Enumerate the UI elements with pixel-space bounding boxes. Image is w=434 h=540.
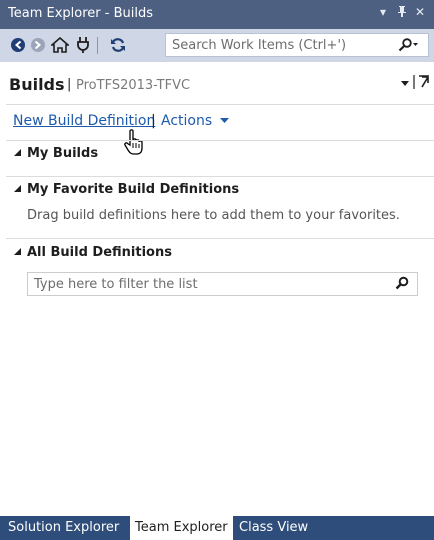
search-icon[interactable]: [398, 38, 418, 56]
tab-solution-explorer[interactable]: Solution Explorer: [3, 516, 124, 540]
home-icon[interactable]: [51, 36, 69, 54]
filter-input[interactable]: Type here to filter the list: [27, 272, 418, 296]
connect-icon[interactable]: [74, 36, 92, 54]
filter-placeholder: Type here to filter the list: [34, 277, 198, 292]
collapse-triangle-icon[interactable]: [14, 149, 21, 156]
refresh-icon[interactable]: [109, 36, 127, 54]
window-title: Team Explorer - Builds: [8, 6, 153, 21]
title-bar: Team Explorer - Builds ▾ ✕: [0, 0, 434, 29]
divider: [6, 238, 434, 239]
search-icon[interactable]: [395, 276, 409, 294]
page-title[interactable]: Builds: [9, 75, 65, 94]
tab-team-explorer[interactable]: Team Explorer: [130, 516, 233, 540]
divider: [6, 140, 434, 141]
collapse-triangle-icon[interactable]: [14, 248, 21, 255]
chevron-down-icon[interactable]: [400, 76, 410, 91]
actions-menu[interactable]: Actions: [161, 113, 229, 129]
divider: [6, 176, 434, 177]
bottom-tab-bar: Solution Explorer Team Explorer Class Vi…: [0, 516, 434, 540]
tab-class-view[interactable]: Class View: [234, 516, 313, 540]
back-icon[interactable]: [9, 36, 27, 54]
actions-separator: |: [151, 113, 156, 129]
collapse-triangle-icon[interactable]: [14, 185, 21, 192]
section-title: My Builds: [27, 146, 99, 161]
undock-icon[interactable]: [413, 74, 431, 94]
section-my-builds[interactable]: My Builds: [14, 146, 98, 161]
actions-label: Actions: [161, 113, 213, 129]
favorites-hint: Drag build definitions here to add them …: [27, 208, 400, 223]
page-header: Builds | ProTFS2013-TFVC: [0, 62, 434, 104]
section-favorite-build-definitions[interactable]: My Favorite Build Definitions: [14, 182, 239, 197]
close-icon[interactable]: ✕: [415, 5, 425, 19]
page-subtitle[interactable]: ProTFS2013-TFVC: [76, 78, 190, 93]
section-title: My Favorite Build Definitions: [27, 182, 240, 197]
forward-icon[interactable]: [29, 36, 47, 54]
section-title: All Build Definitions: [27, 245, 172, 260]
divider: [6, 104, 434, 105]
header-separator: |: [67, 77, 72, 92]
search-input[interactable]: Search Work Items (Ctrl+'): [165, 33, 429, 57]
new-build-definition-link[interactable]: New Build Definition: [13, 113, 155, 129]
search-placeholder: Search Work Items (Ctrl+'): [172, 38, 347, 53]
dropdown-arrow-icon[interactable]: ▾: [380, 5, 386, 19]
section-all-build-definitions[interactable]: All Build Definitions: [14, 245, 172, 260]
pin-icon[interactable]: [397, 5, 407, 20]
toolbar-separator: [97, 37, 98, 54]
toolbar: Search Work Items (Ctrl+'): [0, 29, 434, 62]
hand-cursor-icon: [123, 128, 147, 160]
